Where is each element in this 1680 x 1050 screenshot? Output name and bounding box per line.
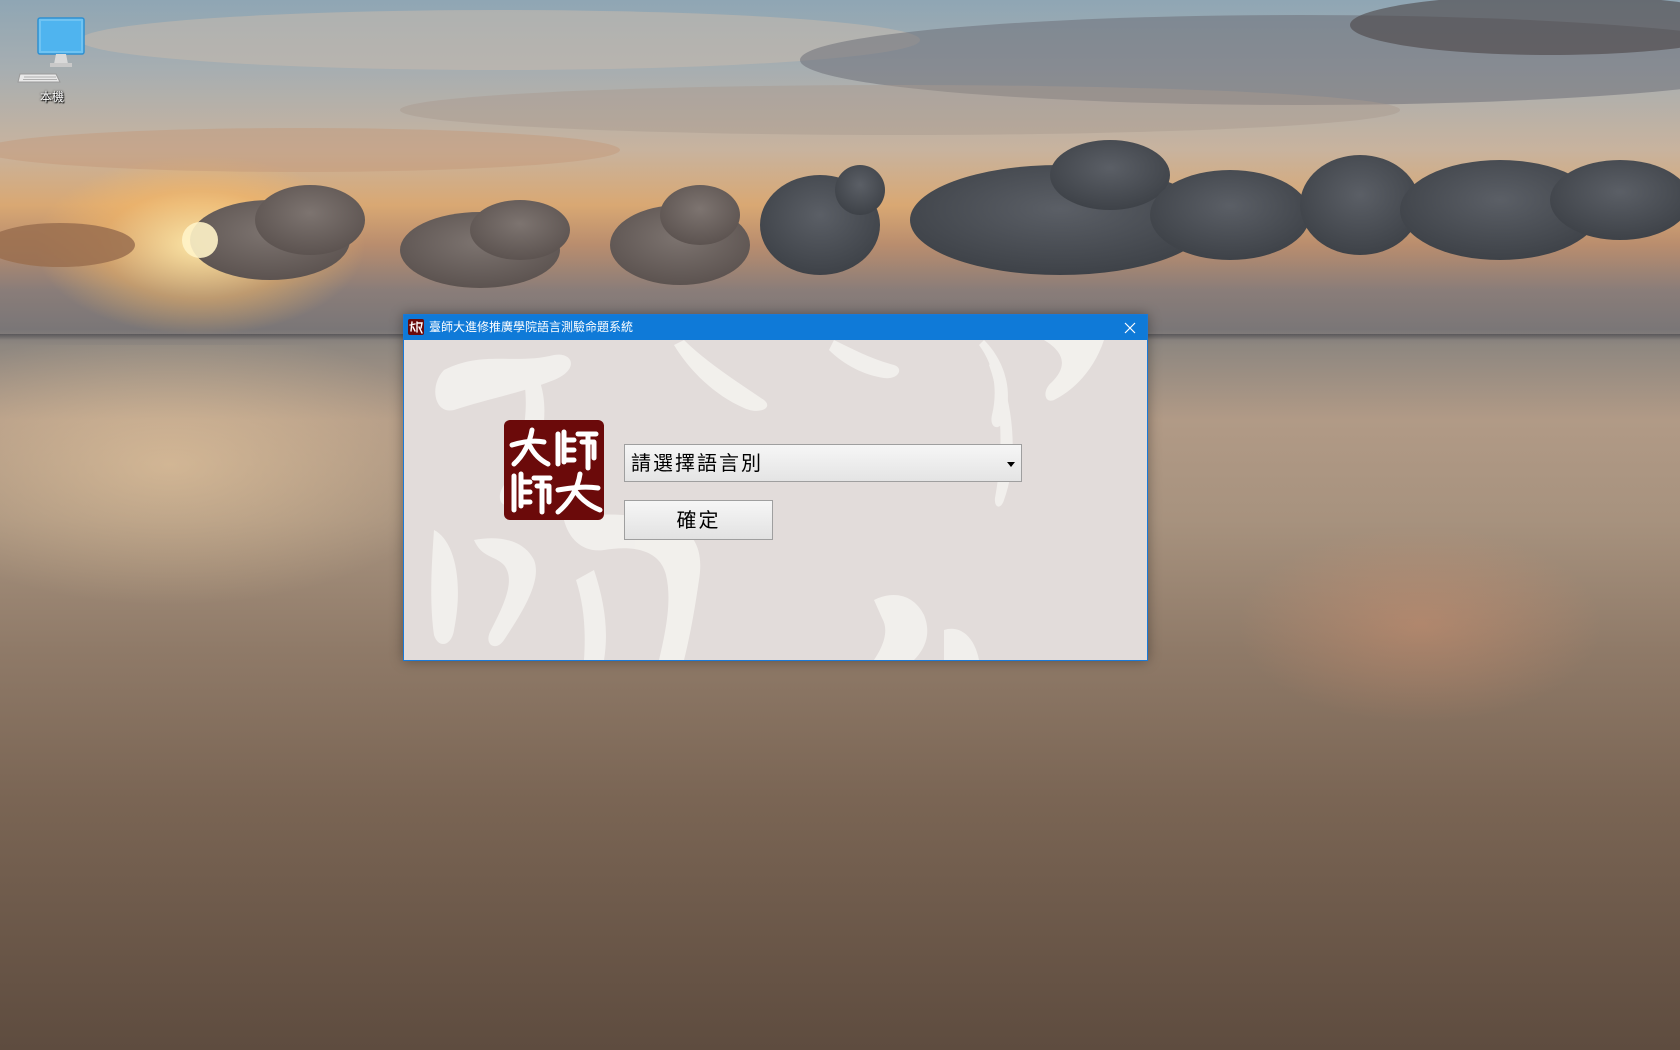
dialog-window: 臺師大進修推廣學院語言測驗命題系統 請選擇語言別 確定 bbox=[403, 314, 1148, 661]
desktop-icon-this-pc[interactable]: 本機 bbox=[12, 14, 92, 118]
sky-clouds bbox=[0, 0, 1680, 288]
close-icon bbox=[1124, 322, 1136, 333]
close-button[interactable] bbox=[1113, 315, 1147, 340]
title-bar[interactable]: 臺師大進修推廣學院語言測驗命題系統 bbox=[404, 315, 1147, 340]
desktop: 本機 臺師大進修推廣學院語言測驗命題系統 請選擇語言別 確定 bbox=[0, 0, 1680, 1050]
window-title: 臺師大進修推廣學院語言測驗命題系統 bbox=[429, 320, 634, 334]
ntnu-logo bbox=[504, 420, 604, 520]
confirm-button-label: 確定 bbox=[676, 508, 721, 532]
confirm-button[interactable]: 確定 bbox=[624, 500, 773, 540]
computer-icon bbox=[17, 17, 85, 83]
language-select[interactable]: 請選擇語言別 bbox=[624, 444, 1022, 482]
language-select-value: 請選擇語言別 bbox=[631, 451, 763, 475]
desktop-icon-label: 本機 bbox=[39, 90, 64, 104]
dropdown-arrow-icon bbox=[1007, 462, 1015, 467]
app-logo-icon bbox=[408, 319, 424, 335]
